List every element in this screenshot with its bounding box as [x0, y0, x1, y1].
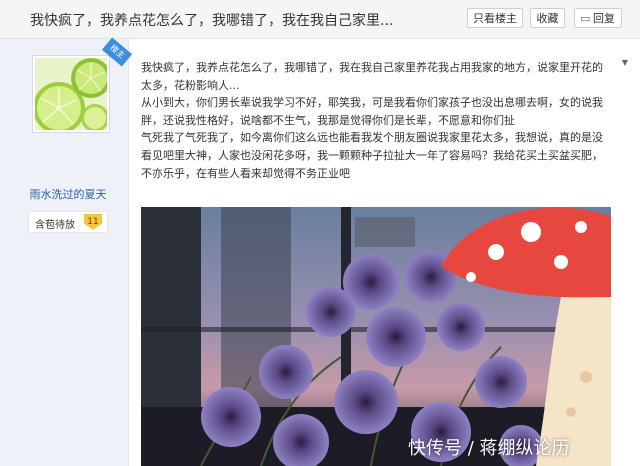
reply-button[interactable]: ▭ 回复 [574, 8, 622, 28]
reply-label: 回复 [593, 12, 615, 25]
post-image[interactable] [141, 207, 611, 466]
author-name[interactable]: 雨水洗过的夏天 [18, 186, 118, 202]
lime-slices-image [33, 58, 111, 134]
level-badge: 11 [84, 214, 102, 230]
post-paragraph: 气死我了气死我了，如今离你们这么远也能看我发个朋友圈说我家里花太多，我想说，真的… [141, 131, 603, 180]
post-paragraph: 我快疯了，我养点花怎么了，我哪错了，我在我自己家里养花我占用我家的地方，说家里开… [141, 61, 603, 92]
thread-header: 我快疯了，我养点花怎么了，我哪错了，我在我自己家里... 只看楼主 收藏 ▭ 回… [0, 0, 640, 39]
only-op-button[interactable]: 只看楼主 [467, 8, 523, 28]
rank-title: 含苞待放 [35, 220, 75, 231]
thread-title: 我快疯了，我养点花怎么了，我哪错了，我在我自己家里... [30, 13, 394, 29]
watermark: 快传号 / 蒋绷纵论历 [408, 438, 570, 459]
post-body: 我快疯了，我养点花怎么了，我哪错了，我在我自己家里养花我占用我家的地方，说家里开… [141, 59, 611, 182]
favorite-button[interactable]: 收藏 [530, 8, 565, 28]
reply-icon: ▭ [580, 12, 591, 25]
avatar[interactable] [32, 55, 111, 134]
author-sidebar: 雨水洗过的夏天 含苞待放 11 [0, 39, 129, 466]
purple-petunias-with-mushroom-sticker [141, 207, 611, 466]
author-rank: 含苞待放 11 [28, 211, 108, 233]
post-paragraph: 从小到大，你们男长辈说我学习不好，耶笑我，可是我看你们家孩子也没出息哪去啊，女的… [141, 96, 603, 127]
collapse-arrow-icon[interactable]: ▼ [620, 58, 630, 68]
